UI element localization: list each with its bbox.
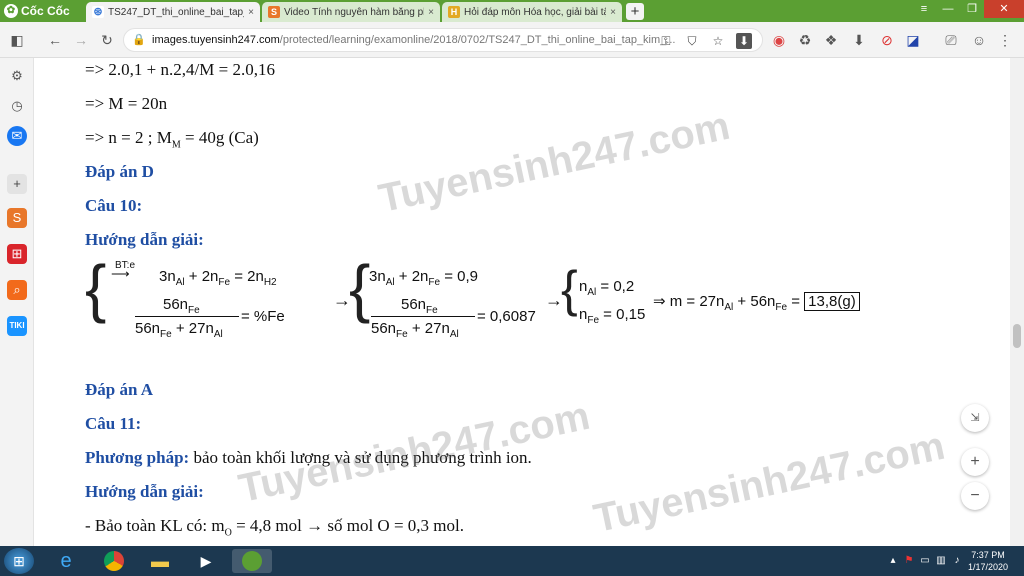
history-icon[interactable]: ◷	[7, 96, 27, 116]
media-icon[interactable]: ▶	[186, 549, 226, 573]
close-icon[interactable]: ×	[610, 7, 616, 18]
n-fe-result: nFe = 0,15	[579, 306, 646, 326]
fraction-2-num: 56nFe	[401, 296, 438, 316]
question-11-title: Câu 11:	[85, 414, 142, 433]
watermark: Tuyensinh247.com	[590, 423, 949, 542]
solution-line-2: => M = 20n	[85, 94, 168, 113]
download-arrow-icon[interactable]: ⬇	[850, 31, 868, 49]
reload-icon[interactable]: ↻	[98, 31, 116, 49]
cast-icon[interactable]: ⎚	[942, 31, 960, 49]
tab-bar: ✿ Cốc Cốc ⊛ TS247_DT_thi_online_bai_tap_…	[0, 0, 1024, 22]
j-ext-icon[interactable]: ◪	[904, 31, 922, 49]
close-icon[interactable]: ×	[428, 7, 434, 18]
chrome-ext-icon[interactable]: ◉	[770, 31, 788, 49]
tab-ts247[interactable]: ⊛ TS247_DT_thi_online_bai_tap_kim_ ×	[86, 2, 260, 22]
network-icon[interactable]: ▥	[934, 554, 948, 568]
value-0-6087: = 0,6087	[477, 308, 536, 325]
close-icon[interactable]: ×	[248, 7, 254, 18]
download-icon[interactable]: ⬇	[736, 33, 752, 49]
tiki-icon[interactable]: TIKI	[7, 316, 27, 336]
menu-icon[interactable]: ≡	[912, 0, 936, 18]
equation-1: 3nAl + 2nFe = 2nH2	[159, 268, 277, 288]
guide-heading-2: Hướng dẫn giải:	[85, 482, 204, 501]
clock[interactable]: 7:37 PM 1/17/2020	[968, 549, 1008, 573]
lock-icon: 🔒	[132, 34, 146, 46]
left-sidebar: ⚙ ◷ ✉ + S ⊞ ⌕ TIKI	[0, 58, 34, 546]
close-window-icon[interactable]: ✕	[984, 0, 1024, 18]
answer-a: Đáp án A	[85, 380, 154, 399]
ie-icon[interactable]: e	[46, 549, 86, 573]
new-tab-button[interactable]: +	[626, 3, 644, 20]
coccoc-task-icon[interactable]	[232, 549, 272, 573]
shop-icon[interactable]: ⊞	[7, 244, 27, 264]
mass-conservation-line: - Bảo toàn KL có: mO = 4,8 mol → số mol …	[85, 516, 464, 539]
page-content: => 2.0,1 + n.2,4/M = 2.0,16 => M = 20n =…	[35, 58, 1010, 546]
windows-taskbar: ⊞ e ▬ ▶ ▴ ⚑ ▭ ▥ ♪ 7:37 PM 1/17/2020	[0, 546, 1024, 576]
zoom-in-button[interactable]: +	[961, 448, 989, 476]
watermark: Tuyensinh247.com	[375, 103, 734, 222]
boxed-result: 13,8(g)	[804, 292, 860, 311]
n-al-result: nAl = 0,2	[579, 278, 635, 298]
folder-icon[interactable]: ▬	[140, 549, 180, 573]
minimize-icon[interactable]: —	[936, 0, 960, 18]
sidebar-toggle-icon[interactable]: ◧	[8, 31, 26, 49]
browser-logo[interactable]: ✿ Cốc Cốc	[4, 3, 70, 19]
equation-block: { BT:e ⟶ 3nAl + 2nFe = 2nH2 56nFe 56nFe …	[85, 256, 865, 346]
restore-icon[interactable]: ❐	[960, 0, 984, 18]
fraction-1-den: 56nFe + 27nAl	[135, 320, 223, 340]
answer-d: Đáp án D	[85, 162, 154, 181]
percent-fe: = %Fe	[241, 308, 285, 325]
fraction-2-den: 56nFe + 27nAl	[371, 320, 459, 340]
shopee-icon[interactable]: S	[7, 208, 27, 228]
ext-icon[interactable]: ❖	[822, 31, 840, 49]
mass-equation: ⇒ m = 27nAl + 56nFe = 13,8(g)	[653, 292, 860, 313]
account-icon[interactable]: ☺	[970, 31, 988, 49]
time: 7:37 PM	[971, 550, 1005, 560]
solution-line-1: => 2.0,1 + n.2,4/M = 2.0,16	[85, 60, 275, 79]
flag-icon[interactable]: ⚑	[902, 554, 916, 568]
back-icon[interactable]: ←	[46, 31, 64, 49]
browser-toolbar: ◧ ← → ↻ 🔒 images.tuyensinh247.com/protec…	[0, 22, 1024, 58]
tab-hoidap[interactable]: H Hỏi đáp môn Hóa học, giải bài tập ×	[442, 2, 622, 22]
equation-2: 3nAl + 2nFe = 0,9	[369, 268, 478, 288]
fraction-1-num: 56nFe	[163, 296, 200, 316]
fit-screen-button[interactable]: ⇲	[961, 404, 989, 432]
shield-icon[interactable]: ⛉	[684, 33, 700, 49]
start-button[interactable]: ⊞	[4, 548, 34, 574]
chrome-icon[interactable]	[94, 549, 134, 573]
window-controls: ≡ — ❐ ✕	[912, 0, 1024, 20]
tab-video[interactable]: S Video Tính nguyên hàm bằng phư ×	[262, 2, 440, 22]
question-10-title: Câu 10:	[85, 196, 143, 215]
scrollbar-thumb[interactable]	[1013, 324, 1021, 348]
recycle-icon[interactable]: ♻	[796, 31, 814, 49]
url-text: images.tuyensinh247.com/protected/learni…	[152, 34, 676, 46]
solution-line-3: => n = 2 ; MM = 40g (Ca)	[85, 128, 259, 151]
messenger-icon[interactable]: ✉	[7, 126, 27, 146]
zoom-out-button[interactable]: −	[961, 482, 989, 510]
tab-favicon-icon: H	[448, 6, 460, 18]
block-icon[interactable]: ⊘	[878, 31, 896, 49]
vertical-scrollbar[interactable]	[1010, 58, 1024, 546]
tray-up-icon[interactable]: ▴	[886, 554, 900, 568]
brand-name: Cốc Cốc	[21, 4, 70, 18]
battery-icon[interactable]: ▭	[918, 554, 932, 568]
more-menu-icon[interactable]: ⋮	[996, 31, 1014, 49]
forward-icon[interactable]: →	[72, 31, 90, 49]
star-icon[interactable]: ☆	[710, 33, 726, 49]
tab-favicon-icon: ⊛	[92, 6, 104, 18]
settings-icon[interactable]: ⚙	[7, 66, 27, 86]
coccoc-leaf-icon: ✿	[4, 4, 18, 18]
date: 1/17/2020	[967, 562, 1008, 572]
add-icon[interactable]: +	[7, 174, 27, 194]
volume-icon[interactable]: ♪	[950, 554, 964, 568]
key-icon[interactable]: ⚿	[658, 33, 674, 49]
guide-heading-1: Hướng dẫn giải:	[85, 230, 204, 249]
tab-favicon-icon: S	[268, 6, 280, 18]
search-ext-icon[interactable]: ⌕	[7, 280, 27, 300]
address-bar[interactable]: 🔒 images.tuyensinh247.com/protected/lear…	[123, 28, 763, 52]
